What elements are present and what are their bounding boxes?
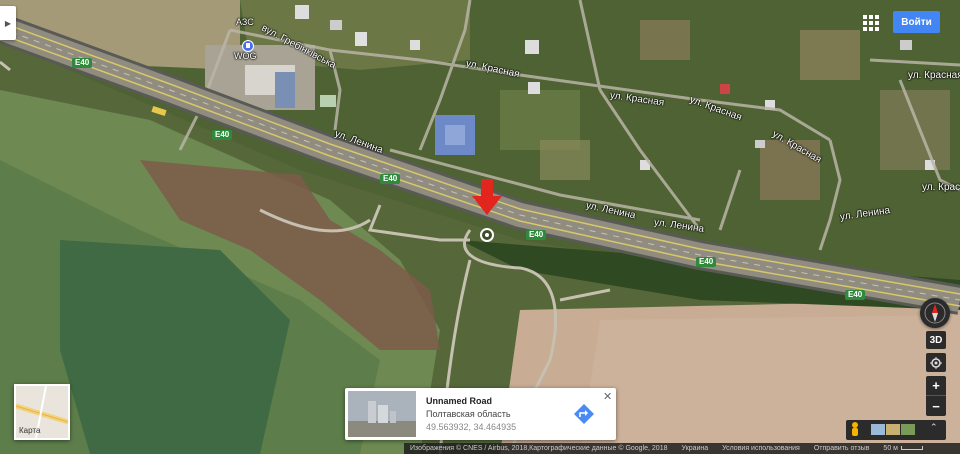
directions-icon[interactable] xyxy=(574,404,594,424)
route-shield-e40: E40 xyxy=(845,290,866,300)
layer-label: Карта xyxy=(19,426,41,435)
country-link[interactable]: Украина xyxy=(682,445,709,452)
route-shield-e40: E40 xyxy=(212,130,233,140)
compass-button[interactable] xyxy=(920,298,950,328)
my-location-button[interactable] xyxy=(926,353,946,372)
street-label-krasnaya: ул. Красная xyxy=(922,182,960,193)
route-shield-e40: E40 xyxy=(380,174,401,184)
pegman-icon[interactable] xyxy=(849,421,861,439)
chevron-right-icon: ▶ xyxy=(4,18,12,28)
imagery-thumbnail[interactable] xyxy=(871,424,885,435)
scale-indicator[interactable]: 50 м xyxy=(883,445,923,452)
route-shield-e40: E40 xyxy=(72,58,93,68)
street-label-krasnaya: ул. Красная xyxy=(908,70,960,81)
map-footer: Изображения © CNES / Airbus, 2018,Картог… xyxy=(404,443,960,454)
feedback-link[interactable]: Отправить отзыв xyxy=(814,445,870,452)
street-view-thumbnail[interactable] xyxy=(348,391,416,437)
satellite-map[interactable]: АЗС WOG вул. Гребінківська ул. Красная у… xyxy=(0,0,960,454)
imagery-thumbnail[interactable] xyxy=(886,424,900,435)
imagery-thumbnails xyxy=(871,424,915,435)
terms-link[interactable]: Условия использования xyxy=(722,445,800,452)
zoom-controls: + − xyxy=(926,376,946,416)
street-view-preview xyxy=(348,391,416,437)
gas-station-icon[interactable] xyxy=(242,40,254,54)
signin-button[interactable]: Войти xyxy=(893,11,940,33)
route-shield-e40: E40 xyxy=(526,230,547,240)
close-icon[interactable]: ✕ xyxy=(603,390,612,403)
place-coordinates: 49.563932, 34.464935 xyxy=(426,422,517,432)
tilt-3d-button[interactable]: 3D xyxy=(926,331,946,349)
place-title: Unnamed Road xyxy=(426,396,493,406)
scale-label: 50 м xyxy=(883,445,898,452)
poi-label-azs[interactable]: АЗС xyxy=(236,17,254,27)
chevron-up-icon[interactable]: ⌃ xyxy=(930,422,938,433)
imagery-thumbnail[interactable] xyxy=(901,424,915,435)
location-pin-icon[interactable] xyxy=(480,228,494,242)
apps-grid-button[interactable] xyxy=(861,14,881,32)
map-layer-switcher[interactable]: Карта xyxy=(14,384,70,440)
place-region: Полтавская область xyxy=(426,409,511,419)
zoom-out-button[interactable]: − xyxy=(926,396,946,416)
zoom-in-button[interactable]: + xyxy=(926,376,946,396)
route-shield-e40: E40 xyxy=(696,257,717,267)
place-info-card[interactable]: Unnamed Road Полтавская область 49.56393… xyxy=(345,388,616,440)
red-arrow-annotation xyxy=(472,179,502,215)
expand-side-panel-button[interactable]: ▶ xyxy=(0,6,16,40)
my-location-icon xyxy=(930,356,942,369)
compass-icon xyxy=(924,302,946,324)
attribution-text: Изображения © CNES / Airbus, 2018,Картог… xyxy=(410,445,668,452)
